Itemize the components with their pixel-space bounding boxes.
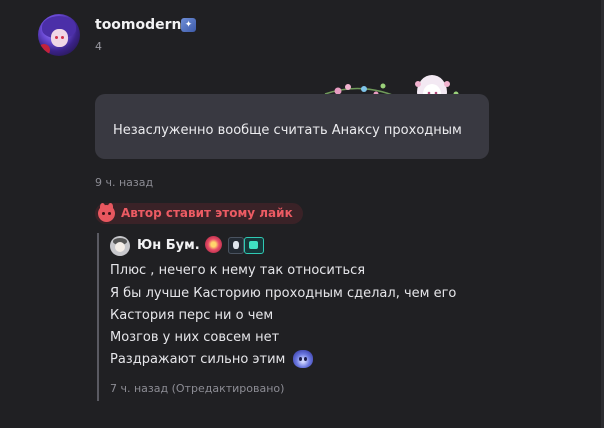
post-timestamp: 9 ч. назад [95, 176, 154, 189]
reply-line: Плюс , нечего к нему так относиться [110, 263, 366, 278]
badge-icon: ✦ [181, 18, 196, 32]
avatar[interactable] [38, 14, 80, 56]
reply-avatar[interactable] [110, 236, 130, 256]
character-badge-icon [228, 237, 244, 254]
user-level: 4 [95, 40, 102, 53]
ghost-emoji-icon [293, 350, 313, 368]
reply-username[interactable]: Юн Бум. [137, 238, 200, 253]
reply-line: Раздражают сильно этим [110, 352, 286, 367]
message-bubble[interactable]: Незаслуженно вообще считать Анаксу прохо… [95, 94, 489, 159]
reply-line: Мозгов у них совсем нет [110, 330, 280, 345]
reply-timestamp: 7 ч. назад (Отредактировано) [110, 382, 285, 395]
message-text: Незаслуженно вообще считать Анаксу прохо… [113, 123, 462, 138]
quote-divider [97, 233, 99, 401]
author-like-label: Автор ставит этому лайк [121, 206, 293, 220]
green-badge-icon [244, 237, 264, 254]
author-like-chip: Автор ставит этому лайк [95, 203, 303, 224]
reply-line: Кастория перс ни о чем [110, 308, 274, 323]
reply-line: Я бы лучше Касторию проходным сделал, че… [110, 286, 457, 301]
post-username[interactable]: toomodern [95, 17, 182, 33]
flower-icon [205, 236, 222, 253]
cat-heart-icon [98, 203, 115, 222]
